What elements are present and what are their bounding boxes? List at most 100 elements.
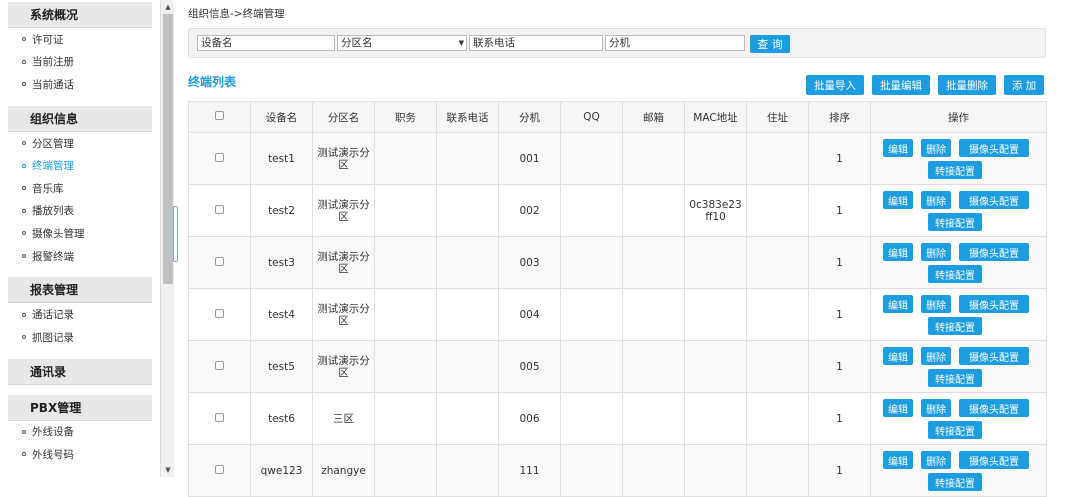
delete-button[interactable]: 删除	[921, 451, 951, 469]
row-checkbox[interactable]	[215, 360, 224, 370]
sidebar-item-trunk-numbers[interactable]: 外线号码	[0, 443, 160, 466]
sidebar-item-current-registration[interactable]: 当前注册	[0, 51, 160, 74]
order-cell: 1	[808, 236, 871, 289]
row-checkbox[interactable]	[215, 464, 224, 474]
camera-config-button[interactable]: 摄像头配置	[959, 347, 1029, 365]
scroll-down-icon[interactable]: ▼	[161, 463, 175, 477]
edit-button[interactable]: 编辑	[883, 399, 913, 417]
sidebar-item-capture-records[interactable]: 抓图记录	[0, 326, 160, 349]
order-cell: 1	[808, 340, 871, 393]
sidebar-item-terminal-management[interactable]: 终端管理	[0, 154, 160, 177]
edit-button[interactable]: 编辑	[883, 295, 913, 313]
order-cell: 1	[808, 132, 871, 185]
sidebar-section-reports[interactable]: 报表管理	[8, 277, 152, 304]
camera-config-button[interactable]: 摄像头配置	[959, 191, 1029, 209]
sidebar-item-license[interactable]: 许可证	[0, 28, 160, 51]
camera-config-button[interactable]: 摄像头配置	[959, 451, 1029, 469]
camera-config-button[interactable]: 摄像头配置	[959, 243, 1029, 261]
operations-cell: 编辑 删除 摄像头配置转接配置	[870, 444, 1047, 497]
sidebar-scrollbar[interactable]: ▲ ▼	[160, 0, 174, 477]
edit-button[interactable]: 编辑	[883, 451, 913, 469]
edit-button[interactable]: 编辑	[883, 347, 913, 365]
sidebar-collapse-handle[interactable]	[173, 206, 178, 262]
device-name-input[interactable]: 设备名	[197, 35, 335, 51]
row-checkbox[interactable]	[215, 256, 224, 266]
delete-button[interactable]: 删除	[921, 295, 951, 313]
sidebar-section-overview[interactable]: 系统概况	[8, 2, 152, 28]
column-header: 职务	[374, 101, 437, 133]
row-checkbox[interactable]	[215, 204, 224, 214]
row-checkbox[interactable]	[215, 152, 224, 162]
transfer-config-button[interactable]: 转接配置	[928, 473, 982, 491]
extension-cell: 006	[498, 392, 561, 445]
sidebar-item-label: 当前通话	[32, 78, 74, 91]
delete-button[interactable]: 删除	[921, 399, 951, 417]
delete-button[interactable]: 删除	[921, 347, 951, 365]
address-cell	[746, 444, 809, 497]
edit-button[interactable]: 编辑	[883, 139, 913, 157]
sidebar-item-label: 通话记录	[32, 309, 74, 322]
row-select-cell[interactable]	[188, 392, 251, 445]
sidebar-item-zone-management[interactable]: 分区管理	[0, 132, 160, 155]
transfer-config-button[interactable]: 转接配置	[928, 421, 982, 439]
search-button[interactable]: 查 询	[750, 35, 790, 53]
camera-config-button[interactable]: 摄像头配置	[959, 139, 1029, 157]
mac-cell	[684, 132, 747, 185]
sidebar-item-trunk-devices[interactable]: 外线设备	[0, 421, 160, 444]
transfer-config-button[interactable]: 转接配置	[928, 161, 982, 179]
sidebar-item-label: 分区管理	[32, 137, 74, 150]
row-checkbox[interactable]	[215, 308, 224, 318]
order-cell: 1	[808, 392, 871, 445]
scroll-up-icon[interactable]: ▲	[161, 0, 175, 14]
transfer-config-button[interactable]: 转接配置	[928, 265, 982, 283]
select-all-checkbox[interactable]	[215, 111, 224, 120]
phone-input[interactable]: 联系电话	[469, 35, 603, 51]
camera-config-button[interactable]: 摄像头配置	[959, 295, 1029, 313]
sidebar-item-music-library[interactable]: 音乐库	[0, 177, 160, 200]
select-all-cell[interactable]	[188, 101, 251, 133]
column-header: 排序	[808, 101, 871, 133]
add-button[interactable]: 添 加	[1004, 75, 1044, 95]
sidebar-item-current-calls[interactable]: 当前通话	[0, 73, 160, 96]
sidebar-section-pbx[interactable]: PBX管理	[8, 394, 152, 421]
sidebar-item-call-records[interactable]: 通话记录	[0, 303, 160, 326]
row-select-cell[interactable]	[188, 444, 251, 497]
extension-cell: 003	[498, 236, 561, 289]
batch-delete-button[interactable]: 批量删除	[938, 75, 996, 95]
delete-button[interactable]: 删除	[921, 191, 951, 209]
sidebar-item-alarm-terminal[interactable]: 报警终端	[0, 245, 160, 268]
transfer-config-button[interactable]: 转接配置	[928, 317, 982, 335]
row-checkbox[interactable]	[215, 412, 224, 422]
extension-input[interactable]: 分机	[605, 35, 745, 51]
batch-edit-button[interactable]: 批量编辑	[872, 75, 930, 95]
bullet-icon	[22, 186, 26, 191]
camera-config-button[interactable]: 摄像头配置	[959, 399, 1029, 417]
row-select-cell[interactable]	[188, 236, 251, 289]
sidebar-item-playlist[interactable]: 播放列表	[0, 200, 160, 223]
scrollbar-thumb[interactable]	[163, 14, 173, 284]
sidebar-section-contacts[interactable]: 通讯录	[8, 358, 152, 385]
table-row: test1 测试演示分区 001 1 编辑 删除 摄像头配置 转接配置	[188, 132, 1047, 185]
row-select-cell[interactable]	[188, 340, 251, 393]
sidebar-item-label: 终端管理	[32, 160, 74, 173]
sidebar-section-org[interactable]: 组织信息	[8, 105, 152, 132]
address-cell	[746, 288, 809, 341]
zone-cell: 测试演示分区	[312, 236, 375, 289]
row-select-cell[interactable]	[188, 288, 251, 341]
delete-button[interactable]: 删除	[921, 139, 951, 157]
sidebar-item-camera-management[interactable]: 摄像头管理	[0, 222, 160, 245]
edit-button[interactable]: 编辑	[883, 191, 913, 209]
order-cell: 1	[808, 184, 871, 237]
bullet-icon	[22, 208, 26, 213]
column-header: 分区名	[312, 101, 375, 133]
transfer-config-button[interactable]: 转接配置	[928, 369, 982, 387]
mac-text: 0c383e23ff10	[689, 198, 742, 223]
delete-button[interactable]: 删除	[921, 243, 951, 261]
row-select-cell[interactable]	[188, 132, 251, 185]
row-select-cell[interactable]	[188, 184, 251, 237]
batch-import-button[interactable]: 批量导入	[806, 75, 864, 95]
zone-select[interactable]: 分区名 ▼	[337, 35, 467, 51]
main-content: 组织信息->终端管理 设备名 分区名 ▼ 联系电话 分机 查 询 终端列表 批量…	[186, 0, 1048, 497]
transfer-config-button[interactable]: 转接配置	[928, 213, 982, 231]
edit-button[interactable]: 编辑	[883, 243, 913, 261]
